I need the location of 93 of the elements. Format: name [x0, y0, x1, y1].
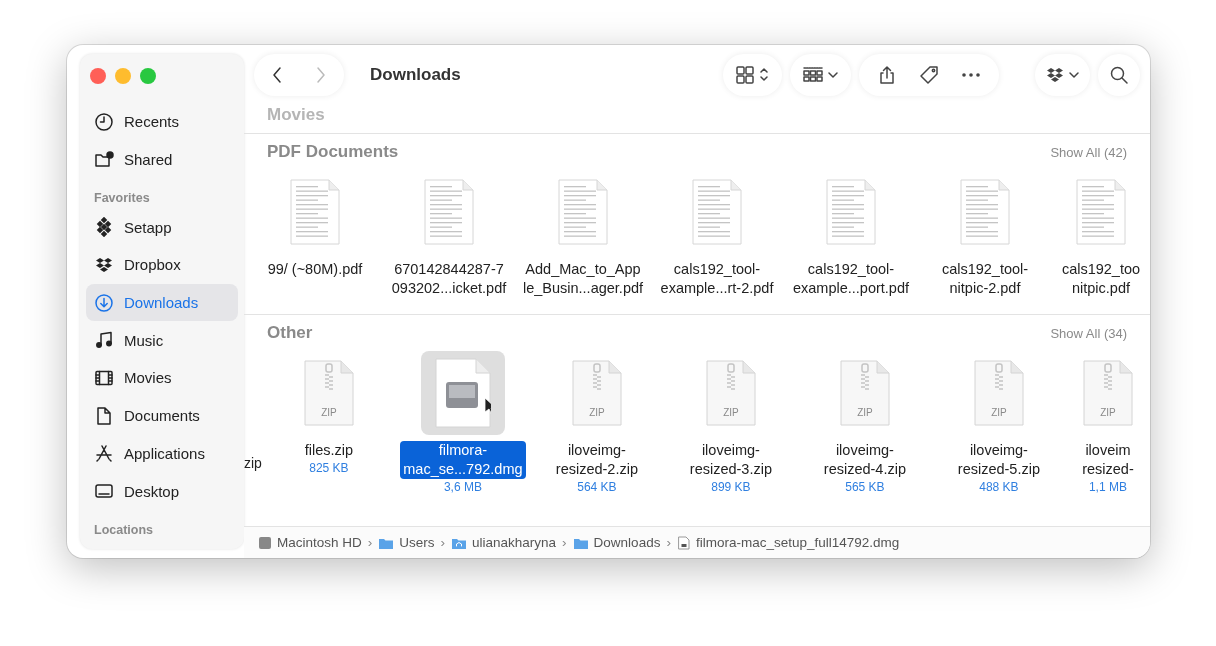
file-name: zip — [244, 455, 262, 471]
view-toggle-button[interactable] — [735, 65, 770, 85]
zoom-button[interactable] — [140, 68, 156, 84]
zip-file-icon: ZIP — [1082, 360, 1133, 426]
dropbox-icon — [1045, 65, 1065, 85]
file-name[interactable]: cals192_tool- nitpic-2.pdf — [938, 260, 1032, 298]
zip-file-icon: ZIP — [303, 360, 354, 426]
gallery-grid-icon — [802, 65, 824, 85]
zip-file-icon: ZIP — [571, 360, 622, 426]
file-size: 564 KB — [577, 480, 617, 494]
more-button[interactable] — [961, 73, 981, 77]
share-icon — [877, 65, 897, 85]
hard-drive-icon — [258, 535, 272, 550]
dropbox-menu-button[interactable] — [1045, 65, 1080, 85]
file-size: 1,1 MB — [1088, 480, 1127, 494]
section-title: PDF Documents — [267, 142, 399, 162]
document-thumbnail — [558, 178, 608, 246]
path-segment[interactable]: filmora-mac_setup_full14792.dmg — [676, 535, 900, 550]
sidebar-item[interactable]: Desktop — [86, 472, 238, 510]
minimize-button[interactable] — [115, 68, 131, 84]
sidebar-item[interactable]: Recents — [86, 103, 238, 141]
path-segment[interactable]: ulianakharyna — [451, 535, 557, 550]
document-thumbnail — [692, 178, 742, 246]
file-name[interactable]: cals192_too nitpic.pdf — [1058, 260, 1144, 298]
clock-icon — [94, 111, 114, 132]
path-separator: › — [666, 535, 671, 550]
search-icon — [1109, 65, 1129, 85]
file-name[interactable]: filmora- mac_se...792.dmg — [400, 441, 526, 479]
file-name[interactable]: iloveimg- resized-3.zip — [686, 441, 775, 479]
zip-file-icon: ZIP — [705, 360, 756, 426]
file-name[interactable]: cals192_tool- example...rt-2.pdf — [657, 260, 777, 298]
tag-icon — [919, 65, 939, 85]
music-note-icon — [94, 330, 114, 351]
file-size: 3,6 MB — [443, 480, 482, 494]
group-button[interactable] — [802, 65, 839, 85]
sidebar-item[interactable]: Applications — [86, 434, 238, 473]
disk-image-icon — [434, 358, 491, 428]
grid-icon — [735, 65, 755, 85]
path-segment[interactable]: Users — [378, 535, 435, 550]
app-store-icon — [94, 443, 114, 464]
path-separator: › — [562, 535, 567, 550]
file-name[interactable]: iloveimg- resized-5.zip — [954, 441, 1043, 479]
path-segment[interactable]: Macintosh HD — [258, 535, 362, 550]
diamonds-icon — [94, 217, 114, 238]
file-name[interactable]: 99/ (~80M).pdf — [264, 260, 366, 279]
file-name[interactable]: iloveimg- resized-4.zip — [820, 441, 909, 479]
show-all-link[interactable]: Show All (42) — [1050, 144, 1127, 160]
sidebar-section-title: Locations — [93, 521, 155, 539]
window-title: Downloads — [370, 65, 462, 85]
document-thumbnail — [826, 178, 876, 246]
search-button[interactable] — [1109, 65, 1129, 85]
sidebar-item[interactable]: Movies — [86, 359, 238, 397]
file-name[interactable]: iloveimg- resized-2.zip — [552, 441, 641, 479]
up-down-chevron-icon — [758, 67, 770, 83]
file-size: 899 KB — [711, 480, 751, 494]
sidebar-item[interactable]: Dropbox — [86, 246, 238, 284]
file-name[interactable]: iloveim resized- — [1079, 441, 1137, 479]
section-title: Movies — [267, 105, 325, 125]
file-name[interactable]: Add_Mac_to_App le_Busin...ager.pdf — [519, 260, 647, 298]
file-size: 825 KB — [309, 461, 349, 475]
file-size: 565 KB — [845, 480, 885, 494]
chevron-down-icon — [1068, 69, 1080, 81]
download-icon — [94, 292, 114, 313]
document-thumbnail — [960, 178, 1010, 246]
document-thumbnail — [1076, 178, 1126, 246]
path-separator: › — [440, 535, 446, 550]
sidebar-item[interactable]: Documents — [86, 396, 238, 435]
chevron-down-icon — [827, 69, 839, 81]
sidebar-item[interactable]: Shared — [86, 140, 238, 179]
file-name[interactable]: 670142844287-7 093202...icket.pdf — [388, 260, 510, 298]
sidebar-section-title: Favorites — [93, 190, 151, 208]
file-size: 488 KB — [979, 480, 1019, 494]
file-icon-background[interactable] — [420, 351, 505, 435]
section-title: Other — [267, 323, 313, 343]
ellipsis-icon — [961, 73, 981, 77]
path-segment[interactable]: Downloads — [572, 535, 661, 550]
close-button[interactable] — [90, 68, 106, 84]
zip-file-icon: ZIP — [973, 360, 1024, 426]
path-separator: › — [367, 535, 373, 550]
file-name[interactable]: files.zip — [301, 441, 357, 460]
show-all-link[interactable]: Show All (34) — [1050, 325, 1127, 341]
document-thumbnail — [290, 178, 340, 246]
sidebar-item[interactable]: Downloads — [86, 283, 238, 322]
share-button[interactable] — [877, 65, 897, 85]
file-icon — [676, 535, 691, 550]
zip-file-icon: ZIP — [839, 360, 890, 426]
tag-button[interactable] — [919, 65, 939, 85]
shared-folder-icon — [94, 149, 114, 170]
document-icon — [94, 405, 114, 426]
file-name[interactable]: cals192_tool- example...port.pdf — [789, 260, 913, 298]
document-thumbnail — [424, 178, 474, 246]
sidebar-item[interactable]: Music — [86, 321, 238, 360]
sidebar-item[interactable]: Setapp — [86, 208, 238, 247]
